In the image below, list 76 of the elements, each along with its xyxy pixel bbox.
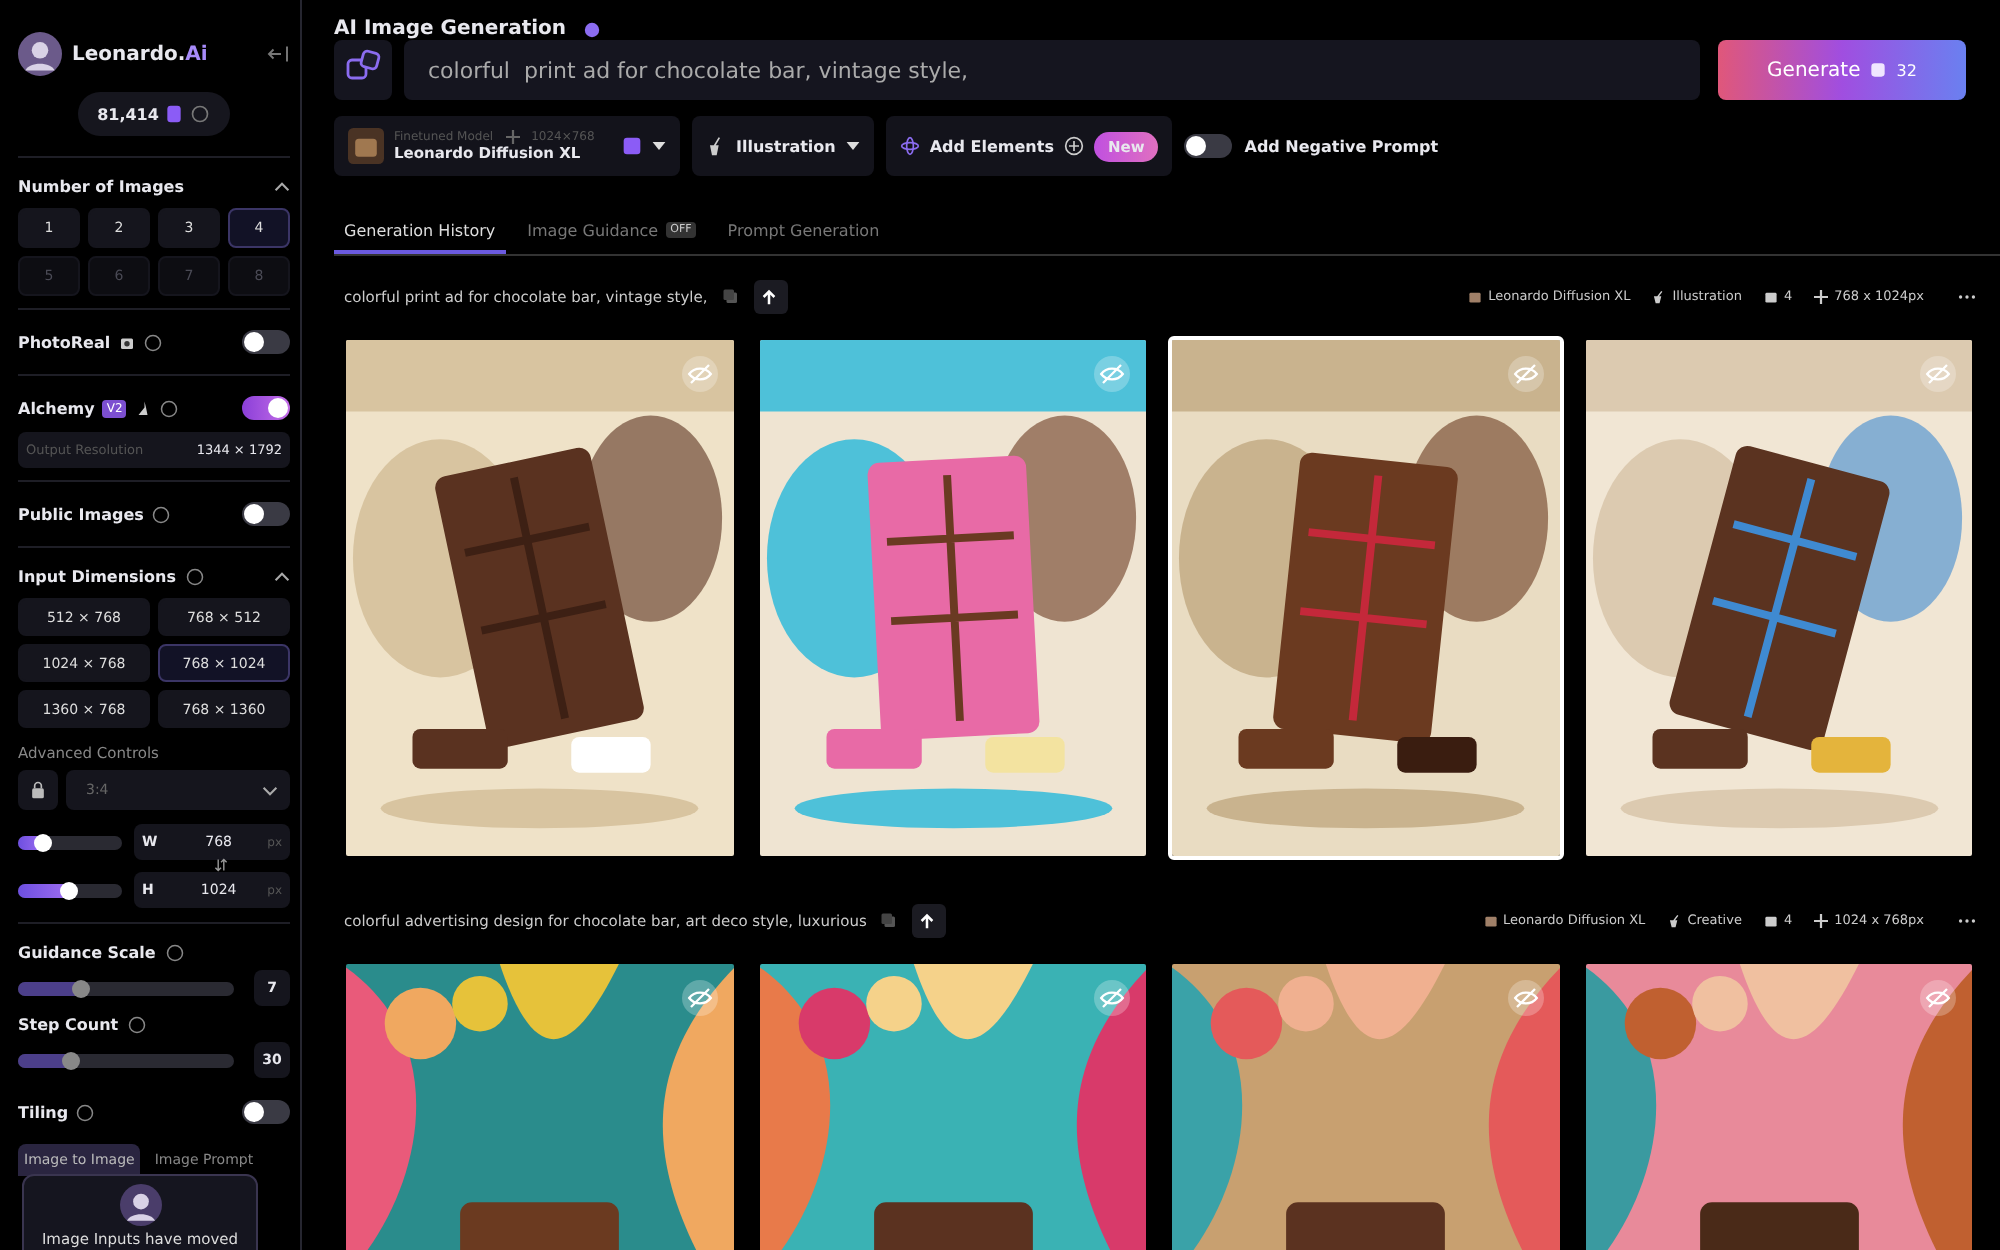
copy-icon[interactable] <box>880 911 899 929</box>
help-icon[interactable] <box>151 505 170 523</box>
dimensions-icon <box>505 130 520 144</box>
images-icon <box>1763 289 1778 303</box>
avatar-icon <box>119 1184 161 1226</box>
help-icon[interactable] <box>165 943 184 961</box>
setting-label: Public Images <box>18 505 144 523</box>
token-icon <box>1868 60 1889 80</box>
atom-icon <box>899 136 920 156</box>
help-icon[interactable] <box>160 399 179 417</box>
size-slider[interactable] <box>18 883 122 897</box>
hide-icon[interactable] <box>681 980 717 1016</box>
more-icon[interactable] <box>1958 293 1976 299</box>
style-dropdown[interactable]: Illustration <box>692 116 874 176</box>
caret-icon <box>845 142 860 150</box>
model-thumbnail-icon <box>348 128 384 164</box>
help-icon[interactable] <box>190 104 211 124</box>
section-title: Number of Images <box>18 177 184 195</box>
generate-button[interactable]: Generate 32 <box>1718 40 1966 100</box>
random-prompt-button[interactable] <box>334 40 392 100</box>
arrow-up-icon <box>759 287 778 305</box>
camera-icon <box>118 333 137 351</box>
chevron-icon <box>262 785 278 795</box>
setting-label: Guidance Scale <box>18 943 156 961</box>
hide-icon[interactable] <box>1507 980 1543 1016</box>
swap-icon[interactable] <box>214 858 228 872</box>
page-title: AI Image Generation <box>334 18 567 40</box>
collapse-chevron-icon[interactable] <box>274 181 290 191</box>
lock-icon <box>28 780 48 800</box>
section-title: Input Dimensions <box>18 567 176 585</box>
more-icon[interactable] <box>1958 917 1976 923</box>
tab[interactable]: Generation History <box>334 210 506 254</box>
model-thumbnail-icon <box>1468 289 1483 303</box>
brush-icon <box>1652 289 1667 303</box>
setting-label: PhotoReal <box>18 333 111 351</box>
public-images-toggle[interactable] <box>242 502 290 526</box>
plus-icon <box>1063 136 1084 156</box>
reuse-prompt-button[interactable] <box>753 279 788 313</box>
prompt-field[interactable]: colorful print ad for chocolate bar, vintage style, <box>404 40 1700 100</box>
brush-icon <box>1667 913 1682 927</box>
help-icon[interactable] <box>186 567 204 585</box>
token-balance: 81,414 <box>77 92 231 136</box>
lock-button[interactable] <box>18 770 58 810</box>
negative-prompt-toggle[interactable] <box>1184 134 1233 158</box>
flask-icon <box>134 399 153 417</box>
collapse-chevron-icon[interactable] <box>274 571 290 581</box>
help-icon[interactable] <box>128 1015 147 1033</box>
status-icon <box>584 21 601 37</box>
step-count-slider[interactable] <box>18 1053 234 1067</box>
guidance-slider[interactable] <box>18 981 234 995</box>
hide-icon[interactable] <box>1094 980 1130 1016</box>
help-icon[interactable] <box>144 333 163 351</box>
dimensions-icon <box>1814 289 1829 303</box>
avatar-icon <box>18 32 62 76</box>
tab[interactable]: Prompt Generation <box>717 210 890 254</box>
setting-label: Tiling <box>18 1103 69 1121</box>
dimensions-icon <box>1814 913 1829 927</box>
help-icon[interactable] <box>76 1103 95 1121</box>
arrow-up-icon <box>918 911 937 929</box>
collapse-icon[interactable] <box>266 44 290 64</box>
images-icon <box>1763 913 1778 927</box>
model-thumbnail-icon <box>1483 913 1498 927</box>
alchemy-toggle[interactable] <box>242 396 290 420</box>
setting-label: Step Count <box>18 1015 119 1033</box>
reuse-prompt-button[interactable] <box>912 903 947 937</box>
tiling-toggle[interactable] <box>242 1100 290 1124</box>
size-slider[interactable] <box>18 835 122 849</box>
photoreal-toggle[interactable] <box>242 330 290 354</box>
brush-icon <box>706 136 726 156</box>
copy-icon[interactable] <box>721 287 740 305</box>
hide-icon[interactable] <box>1920 980 1956 1016</box>
caret-icon <box>652 142 666 150</box>
token-icon <box>164 104 185 124</box>
brand-name: Leonardo.Ai <box>72 43 210 65</box>
negative-prompt-label: Add Negative Prompt <box>1244 137 1439 155</box>
setting-label: Alchemy <box>18 399 95 417</box>
